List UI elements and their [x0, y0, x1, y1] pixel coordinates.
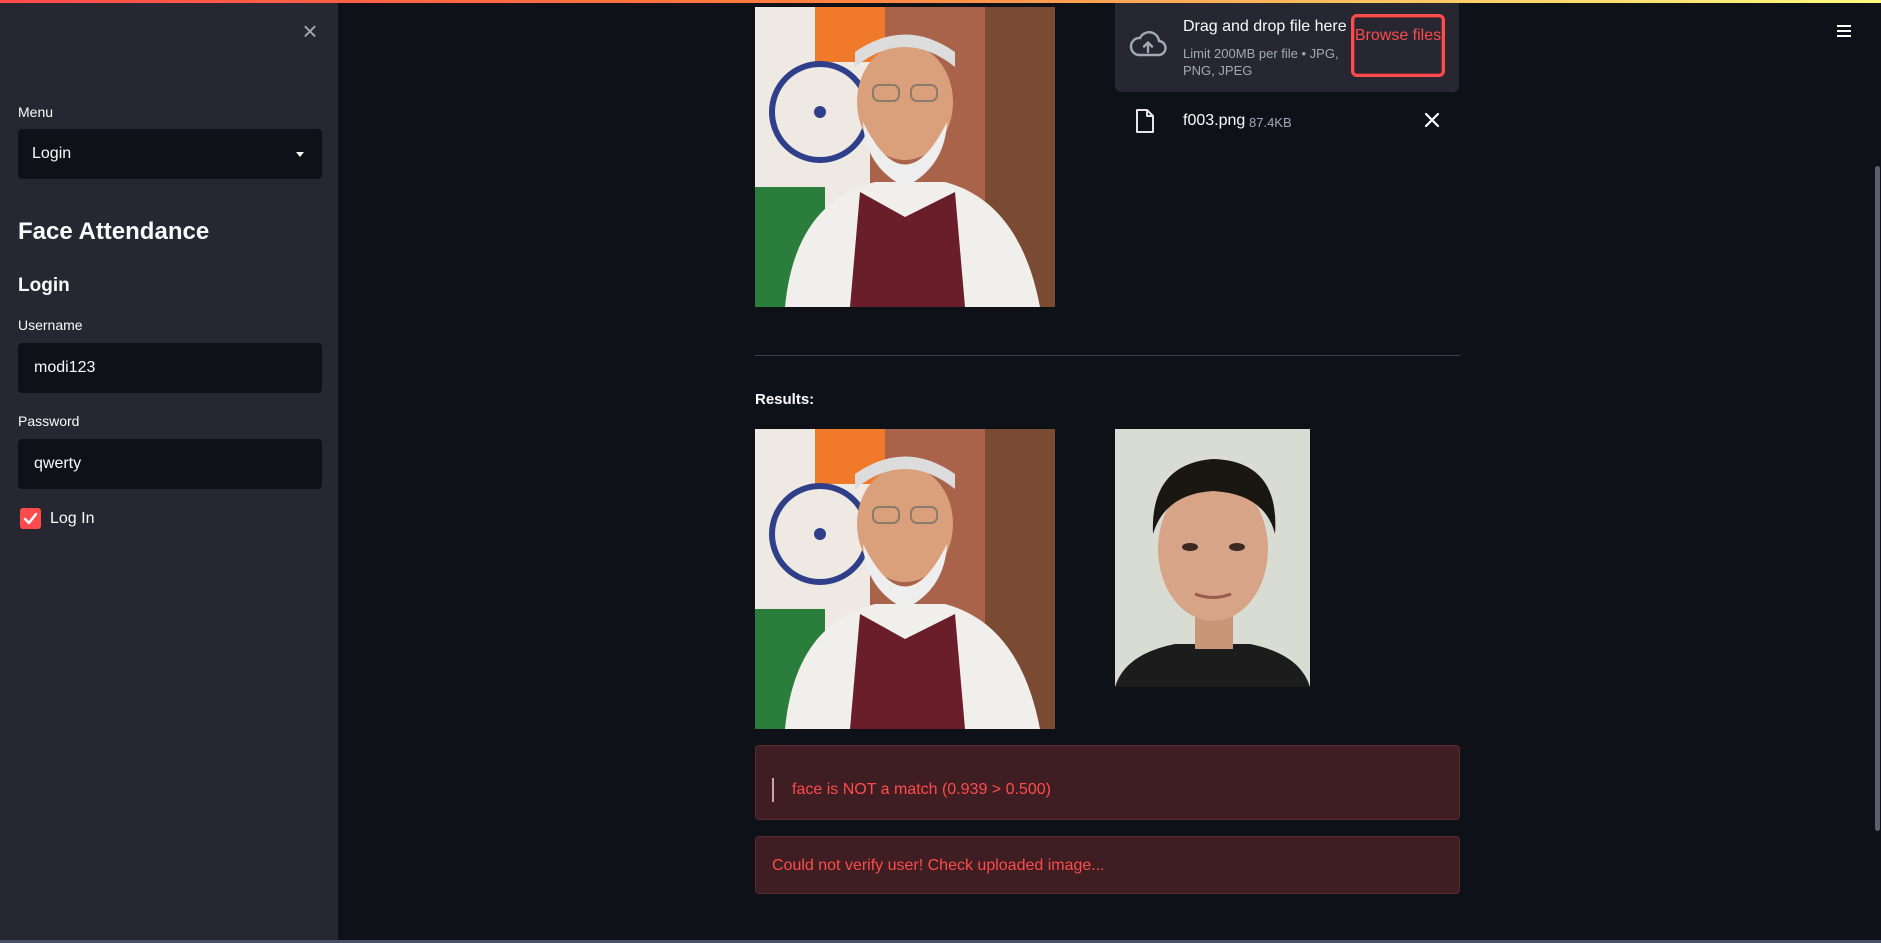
- page-title: Face Attendance: [18, 218, 210, 245]
- hamburger-menu-icon[interactable]: [1836, 23, 1852, 39]
- close-sidebar-icon[interactable]: ×: [299, 18, 321, 44]
- remove-file-icon[interactable]: [1423, 111, 1441, 129]
- uploaded-file-item: f003.png 87.4KB: [1135, 108, 1445, 136]
- file-icon: [1136, 109, 1154, 133]
- match-error-text: face is NOT a match (0.939 > 0.500): [792, 781, 1051, 798]
- password-label: Password: [18, 413, 80, 429]
- result-photo-uploaded: [755, 429, 1055, 729]
- verify-error-text: Could not verify user! Check uploaded im…: [772, 857, 1105, 874]
- check-icon[interactable]: [20, 508, 41, 529]
- results-heading: Results:: [755, 391, 815, 408]
- dropzone-limit: Limit 200MB per file • JPG, PNG, JPEG: [1183, 46, 1339, 78]
- cloud-upload-icon: [1129, 31, 1167, 57]
- browse-files-button[interactable]: Browse files: [1351, 14, 1445, 77]
- login-heading: Login: [18, 275, 70, 296]
- username-label: Username: [18, 317, 83, 333]
- chevron-down-icon: [296, 152, 304, 157]
- menu-label: Menu: [18, 104, 54, 120]
- uploaded-photo-preview: [755, 7, 1055, 307]
- scrollbar[interactable]: [1875, 166, 1880, 831]
- result-photo-reference: [1115, 429, 1310, 687]
- file-uploader-dropzone[interactable]: Drag and drop file here Limit 200MB per …: [1115, 3, 1459, 92]
- uploaded-file-name: f003.png: [1183, 112, 1246, 129]
- section-divider: [755, 355, 1460, 356]
- menu-select-value: Login: [32, 145, 72, 162]
- dropzone-title: Drag and drop file here: [1183, 18, 1347, 35]
- uploaded-file-size: 87.4KB: [1249, 115, 1292, 130]
- login-checkbox-label: Log In: [50, 510, 95, 527]
- quote-bar: [772, 778, 774, 802]
- verify-error-alert: Could not verify user! Check uploaded im…: [755, 836, 1460, 894]
- password-field[interactable]: qwerty: [18, 439, 322, 489]
- username-field[interactable]: modi123: [18, 343, 322, 393]
- menu-select[interactable]: Login: [18, 129, 322, 179]
- match-error-alert: face is NOT a match (0.939 > 0.500): [755, 745, 1460, 820]
- sidebar: × Menu Login Face Attendance Login Usern…: [0, 3, 338, 940]
